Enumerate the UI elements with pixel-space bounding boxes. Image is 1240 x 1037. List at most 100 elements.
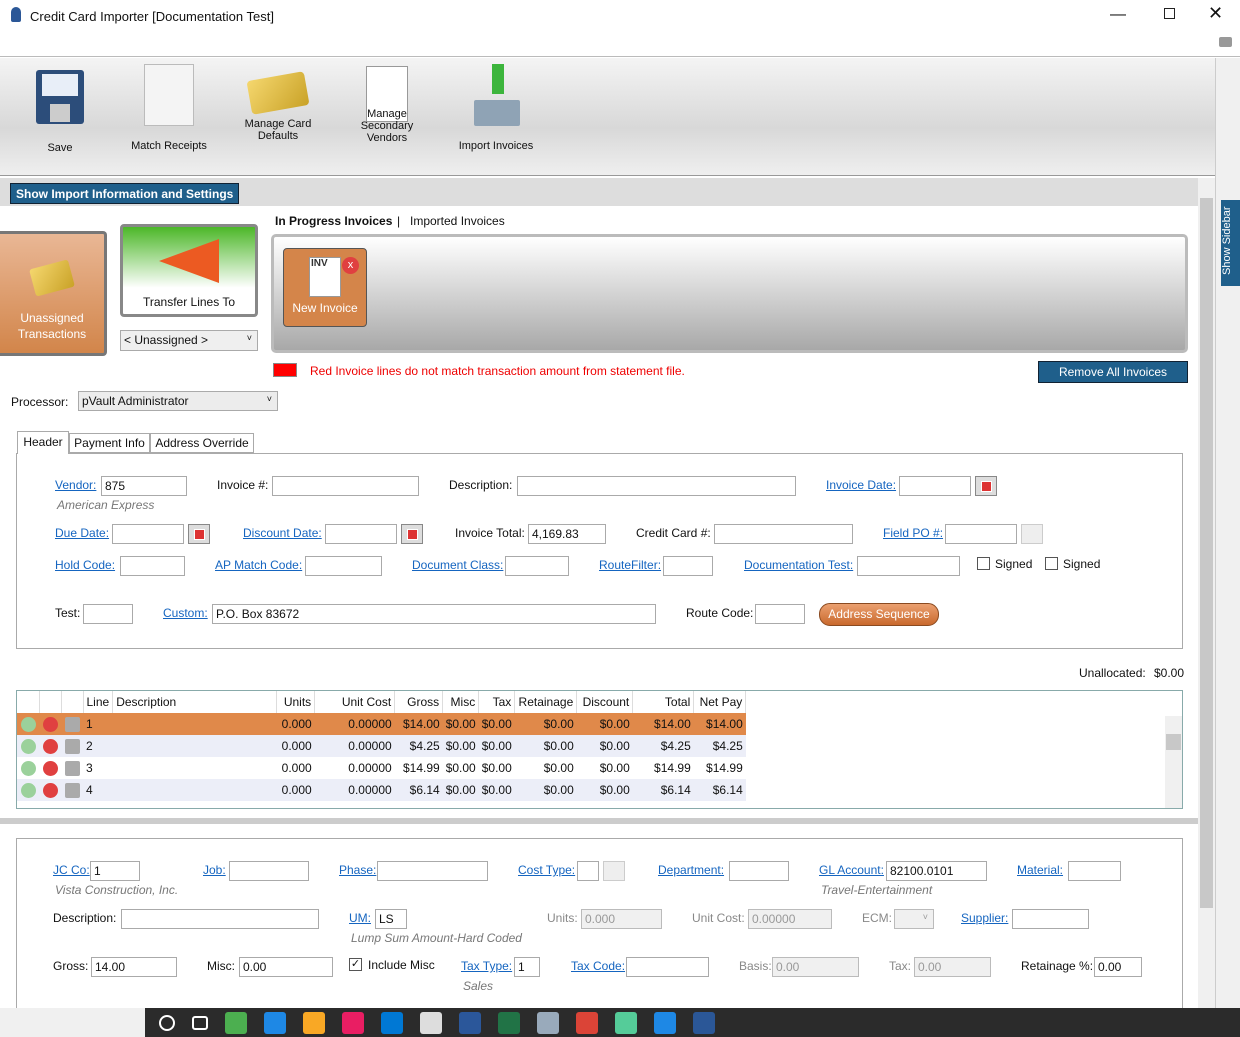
route-filter-link[interactable]: RouteFilter: [599,558,661,572]
column-header[interactable]: Units [276,691,316,713]
match-receipts-button[interactable]: Match Receipts [119,64,219,152]
cortana-icon[interactable] [159,1014,175,1031]
remove-all-invoices-button[interactable]: Remove All Invoices [1038,361,1188,383]
department-input[interactable] [729,861,789,881]
edge-icon[interactable] [264,1011,286,1034]
phase-link[interactable]: Phase: [339,863,376,877]
hold-code-link[interactable]: Hold Code: [55,558,115,572]
manage-card-defaults-button[interactable]: Manage Card Defaults [228,71,328,142]
refresh-icon[interactable] [20,738,36,754]
tax-code-input[interactable] [626,957,709,977]
table-row[interactable]: 1 0.000 0.00000 $14.00 $0.00 $0.00 $0.00 $0.00 $… [17,713,746,735]
tab-in-progress-invoices[interactable]: In Progress Invoices [275,214,392,228]
material-input[interactable] [1068,861,1121,881]
route-code-input[interactable] [755,604,805,624]
column-header[interactable]: Net Pay [693,691,747,713]
vendor-input[interactable]: 875 [101,476,187,496]
delete-icon[interactable] [42,760,58,776]
invoice-total-input[interactable]: 4,169.83 [528,524,606,544]
app-icon[interactable] [537,1011,559,1034]
discount-date-input[interactable] [325,524,397,544]
remove-invoice-icon[interactable]: x [342,257,359,274]
tab-address-override[interactable]: Address Override [150,433,254,453]
route-filter-input[interactable] [663,556,713,576]
close-button[interactable]: ✕ [1208,3,1223,24]
field-po-input[interactable] [945,524,1017,544]
show-sidebar-button[interactable]: Show Sidebar [1221,200,1240,286]
table-row[interactable]: 4 0.000 0.00000 $6.14 $0.00 $0.00 $0.00 $0.00 $6… [17,779,746,801]
column-header[interactable]: Description [112,691,278,713]
tab-header[interactable]: Header [17,431,69,454]
column-header[interactable]: Total [632,691,695,713]
tab-imported-invoices[interactable]: Imported Invoices [410,214,505,228]
due-date-input[interactable] [112,524,184,544]
app-icon[interactable] [420,1011,442,1034]
save-button[interactable]: Save [10,64,110,154]
material-link[interactable]: Material: [1017,863,1063,877]
cost-type-link[interactable]: Cost Type: [518,863,575,877]
app-icon[interactable] [615,1011,637,1034]
refresh-icon[interactable] [20,760,36,776]
maximize-button[interactable] [1164,8,1175,19]
outlook-icon[interactable] [381,1011,403,1034]
signed-checkbox[interactable] [1045,557,1058,570]
invoice-date-link[interactable]: Invoice Date: [826,478,896,492]
chrome-icon[interactable] [576,1011,598,1034]
calendar-icon[interactable] [401,524,423,544]
table-row[interactable]: 3 0.000 0.00000 $14.99 $0.00 $0.00 $0.00 $0.00 $… [17,757,746,779]
task-view-icon[interactable] [192,1015,208,1030]
phase-input[interactable] [377,861,488,881]
table-row[interactable]: 2 0.000 0.00000 $4.25 $0.00 $0.00 $0.00 $0.00 $4… [17,735,746,757]
jc-co-link[interactable]: JC Co: [53,863,90,877]
gross-input[interactable]: 14.00 [91,957,177,977]
processor-select[interactable]: pVault Administrator ˅ [78,391,278,411]
document-class-input[interactable] [505,556,569,576]
receipt-help-icon[interactable] [64,716,80,732]
supplier-input[interactable] [1012,909,1089,929]
file-explorer-icon[interactable] [303,1011,325,1034]
main-scrollbar[interactable] [1198,178,1215,1008]
tax-type-link[interactable]: Tax Type: [461,959,512,973]
gl-account-link[interactable]: GL Account: [819,863,884,877]
vendor-link[interactable]: Vendor: [55,478,96,492]
lookup-icon[interactable] [1021,524,1043,544]
ap-match-code-link[interactable]: AP Match Code: [215,558,302,572]
receipt-help-icon[interactable] [64,738,80,754]
refresh-icon[interactable] [20,782,36,798]
splitter[interactable] [0,818,1198,824]
lookup-icon[interactable] [603,861,625,881]
column-header[interactable]: Unit Cost [314,691,396,713]
transfer-lines-button[interactable]: Transfer Lines To [120,224,258,317]
show-import-settings-button[interactable]: Show Import Information and Settings [10,183,240,204]
tab-payment-info[interactable]: Payment Info [69,433,150,453]
um-link[interactable]: UM: [349,911,371,925]
lock-icon[interactable] [693,1011,715,1034]
tax-code-link[interactable]: Tax Code: [571,959,625,973]
minimize-button[interactable]: — [1110,6,1126,24]
help-icon[interactable] [654,1011,676,1034]
document-class-link[interactable]: Document Class: [412,558,503,572]
signed-checkbox[interactable] [977,557,990,570]
refresh-icon[interactable] [20,716,36,732]
custom-input[interactable]: P.O. Box 83672 [212,604,656,624]
column-header[interactable]: Tax [478,691,516,713]
excel-icon[interactable] [498,1011,520,1034]
receipt-help-icon[interactable] [64,782,80,798]
job-input[interactable] [229,861,309,881]
receipt-help-icon[interactable] [64,760,80,776]
slack-icon[interactable] [342,1011,364,1034]
due-date-link[interactable]: Due Date: [55,526,109,540]
test-input[interactable] [83,604,133,624]
printer-icon[interactable] [1219,37,1232,47]
field-po-link[interactable]: Field PO #: [883,526,943,540]
supplier-link[interactable]: Supplier: [961,911,1008,925]
ap-match-code-input[interactable] [305,556,382,576]
column-header[interactable]: Misc [442,691,480,713]
custom-link[interactable]: Custom: [163,606,208,620]
line-description-input[interactable] [121,909,319,929]
import-invoices-button[interactable]: Import Invoices [446,64,546,152]
job-link[interactable]: Job: [203,863,226,877]
column-header[interactable]: Discount [576,691,634,713]
um-input[interactable]: LS [375,909,407,929]
manage-secondary-vendors-button[interactable]: Manage Secondary Vendors [337,66,437,144]
